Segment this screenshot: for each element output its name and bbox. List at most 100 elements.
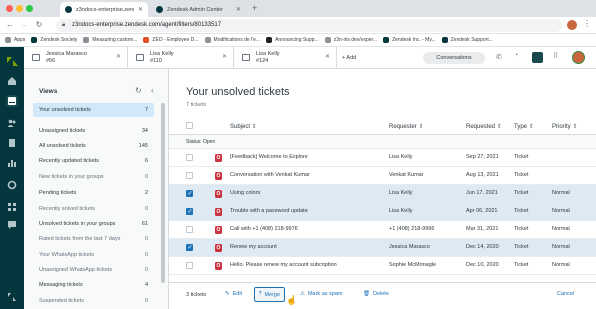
ticket-tab[interactable]: Jessica Marasco #56 ✕ [24,47,128,69]
view-item[interactable]: All unsolved tickets 145 [33,139,154,153]
table-row[interactable]: O [Feedback] Welcome to Explore Lisa Kelly… [169,149,596,167]
close-tab-icon[interactable]: ✕ [236,6,241,13]
column-header-requester[interactable]: Requester ⇕ [389,123,423,130]
ticket-count: 7 tickets [186,102,207,108]
user-avatar[interactable] [572,51,585,64]
row-checkbox[interactable] [186,262,193,269]
ticket-subject[interactable]: Trouble with a password update [230,208,308,214]
settings-icon[interactable] [6,179,18,191]
row-checkbox[interactable] [186,154,193,161]
forward-icon[interactable]: → [19,20,29,30]
ticket-subject[interactable]: [Feedback] Welcome to Explore [230,154,308,160]
bookmark[interactable]: Modifications de l'e... [204,37,260,43]
bookmark[interactable]: Apps [5,37,25,43]
minimize-window-button[interactable] [16,5,23,12]
close-tab-icon[interactable]: ✕ [222,54,227,61]
organizations-icon[interactable] [6,137,18,149]
view-item[interactable]: Recently solved tickets 0 [33,202,154,216]
column-header-type[interactable]: Type ⇕ [514,123,534,130]
table-row[interactable]: ✓ O Renew my account Jessica Marasco Dec 14,… [169,239,596,257]
customers-icon[interactable] [6,117,18,129]
messaging-icon[interactable] [532,52,543,63]
bookmark[interactable]: Zendesk Support... [441,37,493,43]
table-row[interactable]: ✓ O Using colors Lisa Kelly Jun 17, 2021 Tick… [169,185,596,203]
view-item[interactable]: Unassigned tickets 34 [33,124,154,138]
refresh-icon[interactable]: ↻ [135,86,142,95]
merge-button[interactable]: ⤒ Merge [254,287,286,302]
status-badge: O [215,262,222,270]
ticket-subject[interactable]: Call with +1 (408) 218-9976 [230,226,298,232]
chat-icon[interactable] [6,219,18,231]
cancel-button[interactable]: Cancel [557,291,574,297]
bookmark[interactable]: Zendesk Society [31,37,77,43]
table-row[interactable]: O Conversation with Venkat Kumar Venkat Ku… [169,167,596,185]
table-row[interactable]: O Hello. Please renew my account subcript… [169,257,596,275]
row-checkbox[interactable] [186,226,193,233]
view-item[interactable]: Messaging tickets 4 [33,278,154,292]
view-item[interactable]: Suspended tickets 0 [33,294,154,308]
profile-avatar[interactable] [567,20,577,30]
view-item[interactable]: Rated tickets from the last 7 days 0 [33,232,154,246]
ticket-subject[interactable]: Renew my account [230,244,277,250]
view-item[interactable]: Unsolved tickets in your groups 61 [33,217,154,231]
product-tray-icon[interactable]: ⠿ [553,52,558,60]
home-icon[interactable] [6,75,18,87]
collapse-panel-icon[interactable]: ‹ [151,86,154,95]
zendesk-logo-icon[interactable] [6,55,18,67]
close-window-button[interactable] [6,5,13,12]
new-tab-icon[interactable]: + [252,3,257,13]
reload-icon[interactable]: ↻ [34,20,44,30]
sort-icon: ⇕ [496,124,502,130]
views-scrollbar[interactable] [161,103,165,283]
ticket-tab[interactable]: Lisa Kelly #110 ✕ [128,47,234,69]
column-header-priority[interactable]: Priority ⇕ [552,123,577,130]
delete-button[interactable]: 🗑︎ Delete [363,291,389,297]
view-item-label: Messaging tickets [39,282,83,288]
browser-tab-active[interactable]: z3ndocs-enterprise.zendesk.co... ✕ [60,2,148,17]
delete-label: Delete [372,291,389,297]
ticket-tab[interactable]: Lisa Kelly #124 ✕ [234,47,337,69]
column-header-requested[interactable]: Requested ⇕ [466,123,502,130]
bookmark[interactable]: ZEO - Employee D... [143,37,199,43]
bookmark[interactable]: Announcing Supp... [266,37,319,43]
conversations-button[interactable]: Conversations [423,52,485,64]
close-tab-icon[interactable]: ✕ [325,54,330,61]
row-checkbox[interactable]: ✓ [186,208,193,215]
view-item[interactable]: Recently updated tickets 6 [33,154,154,168]
bookmark[interactable]: z3n-iris dev/exper... [324,37,377,43]
bookmark[interactable]: Measuring custom... [83,37,137,43]
browser-tab[interactable]: Zendesk Admin Center ✕ [151,2,246,17]
select-all-checkbox[interactable] [186,122,193,129]
phone-icon[interactable]: ✆ [496,53,502,61]
views-icon[interactable] [6,95,18,107]
table-row[interactable]: O Call with +1 (408) 218-9976 +1 (408) 218… [169,221,596,239]
row-checkbox[interactable] [186,172,193,179]
back-icon[interactable]: ← [5,20,15,30]
apps-icon[interactable] [6,201,18,213]
maximize-window-button[interactable] [26,5,33,12]
more-menu-icon[interactable]: ⋮ [583,19,591,28]
close-tab-icon[interactable]: ✕ [116,54,121,61]
view-item[interactable]: Unassigned WhatsApp tickets 0 [33,263,154,277]
row-checkbox[interactable]: ✓ [186,244,193,251]
bookmark[interactable]: Zendesk Inc. - My... [383,37,436,43]
address-bar[interactable]: 🔒︎ z3ndocs-enterprise.zendesk.com/agent/… [56,19,562,32]
edit-button[interactable]: ✎ Edit [225,291,242,297]
view-item[interactable]: New tickets in your groups 0 [33,170,154,184]
view-item[interactable]: Pending tickets 2 [33,186,154,200]
column-header-subject[interactable]: Subject ⇕ [230,123,257,130]
ticket-subject[interactable]: Using colors [230,190,260,196]
close-tab-icon[interactable]: ✕ [138,6,143,13]
row-checkbox[interactable]: ✓ [186,190,193,197]
mark-as-spam-button[interactable]: ⚠ Mark as spam [300,291,342,297]
reporting-icon[interactable] [6,157,18,169]
view-item[interactable]: Your unsolved tickets 7 [33,103,154,117]
notifications-icon[interactable]: ◔ [514,52,518,59]
view-item[interactable]: Your WhatsApp tickets 0 [33,248,154,262]
ticket-subject[interactable]: Conversation with Venkat Kumar [230,172,310,178]
table-row[interactable]: ✓ O Trouble with a password update Lisa Kel… [169,203,596,221]
add-tab-button[interactable]: + Add [342,55,356,61]
ticket-subject[interactable]: Hello. Please renew my account subcripti… [230,262,337,268]
ticket-icon [136,54,144,61]
zendesk-products-icon[interactable] [6,291,18,303]
